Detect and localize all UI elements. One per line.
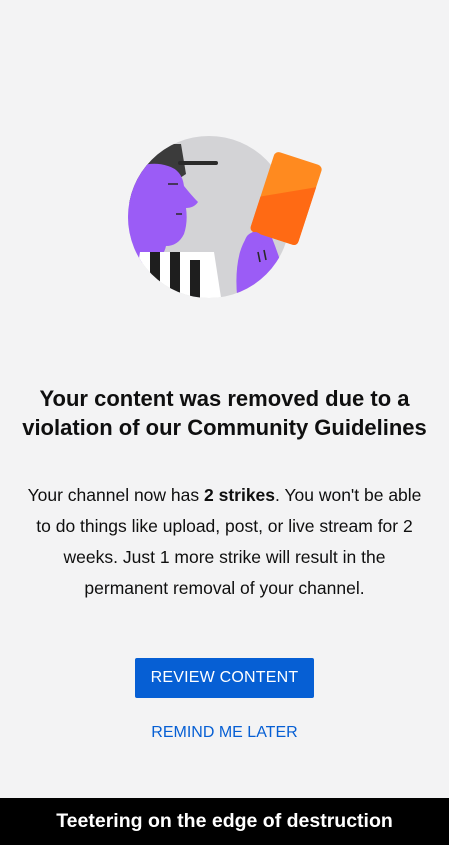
meme-caption: Teetering on the edge of destruction xyxy=(0,798,449,845)
remind-me-later-button[interactable]: REMIND ME LATER xyxy=(120,720,329,746)
referee-red-card-icon xyxy=(126,134,326,304)
caption-text: Teetering on the edge of destruction xyxy=(56,810,393,832)
dialog-message: Your channel now has 2 strikes. You won'… xyxy=(22,480,427,604)
strike-notice-screen: Your content was removed due to a violat… xyxy=(0,0,449,798)
message-text-before: Your channel now has xyxy=(27,485,204,505)
strike-count: 2 strikes xyxy=(204,485,276,505)
dialog-title: Your content was removed due to a violat… xyxy=(22,386,427,440)
review-content-button[interactable]: REVIEW CONTENT xyxy=(135,658,314,698)
